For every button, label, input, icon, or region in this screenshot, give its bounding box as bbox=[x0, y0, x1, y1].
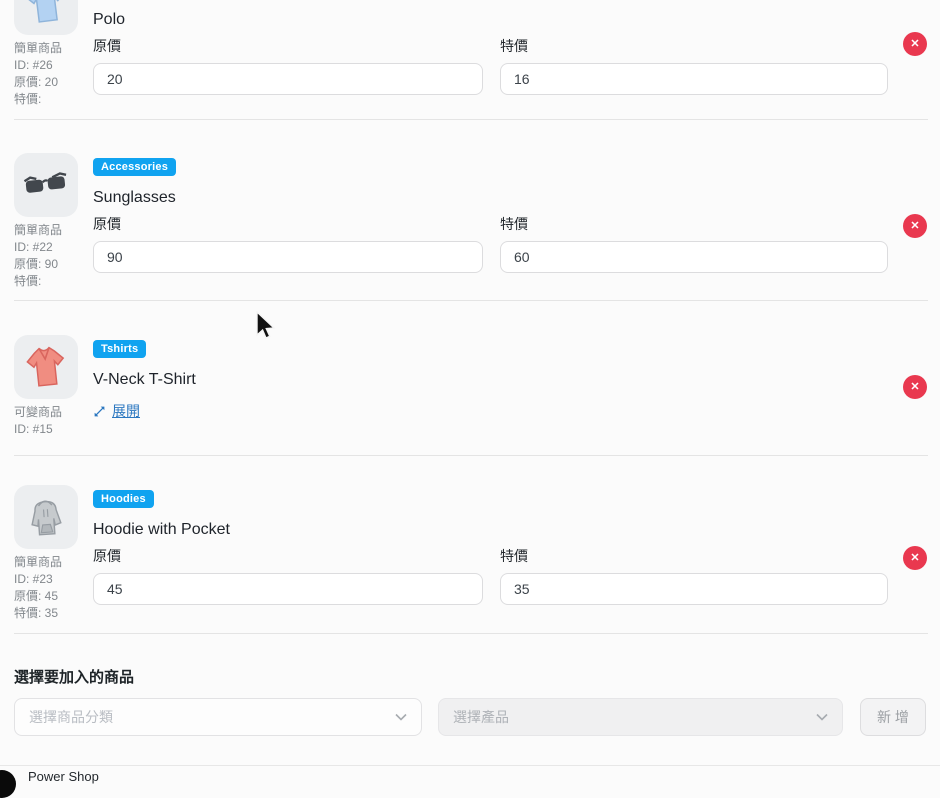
product-row: 可變商品 ID: #15 Tshirts V-Neck T-Shirt 展開 ✕ bbox=[0, 330, 940, 438]
product-left-column: 可變商品 ID: #15 bbox=[14, 330, 93, 438]
product-type: 簡單商品 bbox=[14, 222, 93, 239]
regular-price-label: 原價 bbox=[93, 548, 483, 565]
category-select[interactable]: 選擇商品分類 bbox=[14, 698, 422, 736]
add-products-section: 選擇要加入的商品 選擇商品分類 選擇產品 新 增 bbox=[14, 662, 926, 736]
remove-product-button[interactable]: ✕ bbox=[903, 375, 927, 399]
row-divider bbox=[14, 119, 928, 120]
product-left-column: 簡單商品 ID: #22 原價: 90 特價: bbox=[14, 148, 93, 290]
regular-price-label: 原價 bbox=[93, 216, 483, 233]
polo-shirt-image bbox=[19, 0, 72, 30]
sale-price-label: 特價 bbox=[500, 548, 888, 565]
remove-product-button[interactable]: ✕ bbox=[903, 546, 927, 570]
product-meta: 簡單商品 ID: #22 原價: 90 特價: bbox=[14, 222, 93, 290]
product-thumbnail-hoodie bbox=[14, 485, 78, 549]
sunglasses-image bbox=[22, 171, 70, 200]
product-type: 可變商品 bbox=[14, 404, 93, 421]
product-title: Sunglasses bbox=[93, 188, 940, 207]
product-type: 簡單商品 bbox=[14, 40, 93, 57]
product-meta: 可變商品 ID: #15 bbox=[14, 404, 93, 438]
category-select-placeholder: 選擇商品分類 bbox=[29, 707, 113, 727]
product-left-column: 簡單商品 ID: #26 原價: 20 特價: bbox=[14, 0, 93, 108]
vneck-tshirt-image bbox=[20, 341, 73, 394]
product-type: 簡單商品 bbox=[14, 554, 93, 571]
product-title: Polo bbox=[93, 10, 940, 29]
product-id: ID: #23 bbox=[14, 571, 93, 588]
remove-product-button[interactable]: ✕ bbox=[903, 32, 927, 56]
product-row: 簡單商品 ID: #26 原價: 20 特價: Polo 原價 特價 ✕ bbox=[0, 0, 940, 108]
expand-variations-link[interactable]: 展開 bbox=[93, 403, 140, 420]
product-id: ID: #15 bbox=[14, 421, 93, 438]
regular-price-input[interactable] bbox=[93, 63, 483, 95]
row-divider bbox=[14, 633, 928, 634]
sale-price-input[interactable] bbox=[500, 63, 888, 95]
product-meta: 簡單商品 ID: #23 原價: 45 特價: 35 bbox=[14, 554, 93, 622]
product-left-column: 簡單商品 ID: #23 原價: 45 特價: 35 bbox=[14, 480, 93, 622]
row-divider bbox=[14, 300, 928, 301]
product-row: 簡單商品 ID: #22 原價: 90 特價: Accessories Sung… bbox=[0, 148, 940, 290]
product-select-placeholder: 選擇產品 bbox=[453, 707, 509, 727]
product-sale-price-meta: 特價: bbox=[14, 91, 93, 108]
chevron-down-icon bbox=[395, 713, 407, 721]
add-product-button[interactable]: 新 增 bbox=[860, 698, 926, 736]
regular-price-input[interactable] bbox=[93, 573, 483, 605]
regular-price-label: 原價 bbox=[93, 38, 483, 55]
product-select[interactable]: 選擇產品 bbox=[438, 698, 843, 736]
category-badge: Accessories bbox=[93, 158, 176, 176]
brand-logo bbox=[0, 770, 16, 798]
category-badge: Hoodies bbox=[93, 490, 154, 508]
expand-icon bbox=[93, 405, 106, 418]
sale-price-label: 特價 bbox=[500, 38, 888, 55]
product-regular-price-meta: 原價: 45 bbox=[14, 588, 93, 605]
close-icon: ✕ bbox=[910, 32, 919, 56]
remove-product-button[interactable]: ✕ bbox=[903, 214, 927, 238]
regular-price-input[interactable] bbox=[93, 241, 483, 273]
expand-link-label: 展開 bbox=[112, 403, 140, 420]
product-regular-price-meta: 原價: 90 bbox=[14, 256, 93, 273]
product-id: ID: #26 bbox=[14, 57, 93, 74]
close-icon: ✕ bbox=[910, 214, 919, 238]
category-badge: Tshirts bbox=[93, 340, 146, 358]
hoodie-image bbox=[21, 492, 70, 541]
product-row: 簡單商品 ID: #23 原價: 45 特價: 35 Hoodies Hoodi… bbox=[0, 480, 940, 622]
product-title: Hoodie with Pocket bbox=[93, 520, 940, 539]
product-id: ID: #22 bbox=[14, 239, 93, 256]
product-title: V-Neck T-Shirt bbox=[93, 370, 940, 389]
sale-price-input[interactable] bbox=[500, 573, 888, 605]
chevron-down-icon bbox=[816, 713, 828, 721]
row-divider bbox=[14, 455, 928, 456]
product-meta: 簡單商品 ID: #26 原價: 20 特價: bbox=[14, 40, 93, 108]
sale-price-input[interactable] bbox=[500, 241, 888, 273]
product-regular-price-meta: 原價: 20 bbox=[14, 74, 93, 91]
product-thumbnail-sunglasses bbox=[14, 153, 78, 217]
product-sale-price-meta: 特價: bbox=[14, 273, 93, 290]
footer-divider bbox=[0, 765, 940, 766]
close-icon: ✕ bbox=[910, 375, 919, 399]
product-thumbnail-vneck bbox=[14, 335, 78, 399]
add-products-heading: 選擇要加入的商品 bbox=[14, 662, 926, 687]
product-sale-price-meta: 特價: 35 bbox=[14, 605, 93, 622]
product-thumbnail-polo bbox=[14, 0, 78, 35]
sale-price-label: 特價 bbox=[500, 216, 888, 233]
close-icon: ✕ bbox=[910, 546, 919, 570]
footer-brand-text: Power Shop bbox=[28, 769, 99, 784]
